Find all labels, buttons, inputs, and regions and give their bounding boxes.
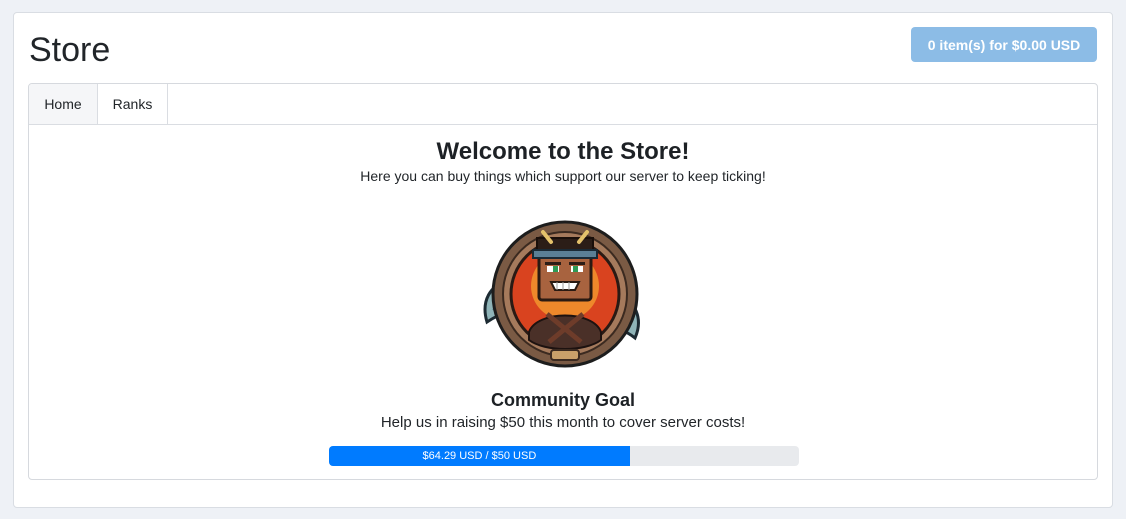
welcome-title: Welcome to the Store! bbox=[436, 138, 690, 165]
store-card: Store 0 item(s) for $0.00 USD Home Ranks… bbox=[13, 12, 1113, 508]
tab-bar: Home Ranks bbox=[29, 84, 1097, 125]
store-panel: Home Ranks Welcome to the Store! Here yo… bbox=[28, 83, 1098, 480]
welcome-subtitle: Here you can buy things which support ou… bbox=[360, 168, 766, 184]
tab-home[interactable]: Home bbox=[29, 84, 98, 124]
goal-progress-bar: $64.29 USD / $50 USD bbox=[329, 446, 630, 466]
community-goal-title: Community Goal bbox=[490, 390, 635, 410]
goal-progress: $64.29 USD / $50 USD bbox=[329, 446, 799, 466]
server-mascot-logo-icon bbox=[483, 220, 640, 368]
cart-button[interactable]: 0 item(s) for $0.00 USD bbox=[911, 27, 1097, 62]
tab-ranks[interactable]: Ranks bbox=[98, 84, 168, 124]
page-title: Store bbox=[29, 31, 111, 69]
community-goal-description: Help us in raising $50 this month to cov… bbox=[380, 414, 746, 431]
